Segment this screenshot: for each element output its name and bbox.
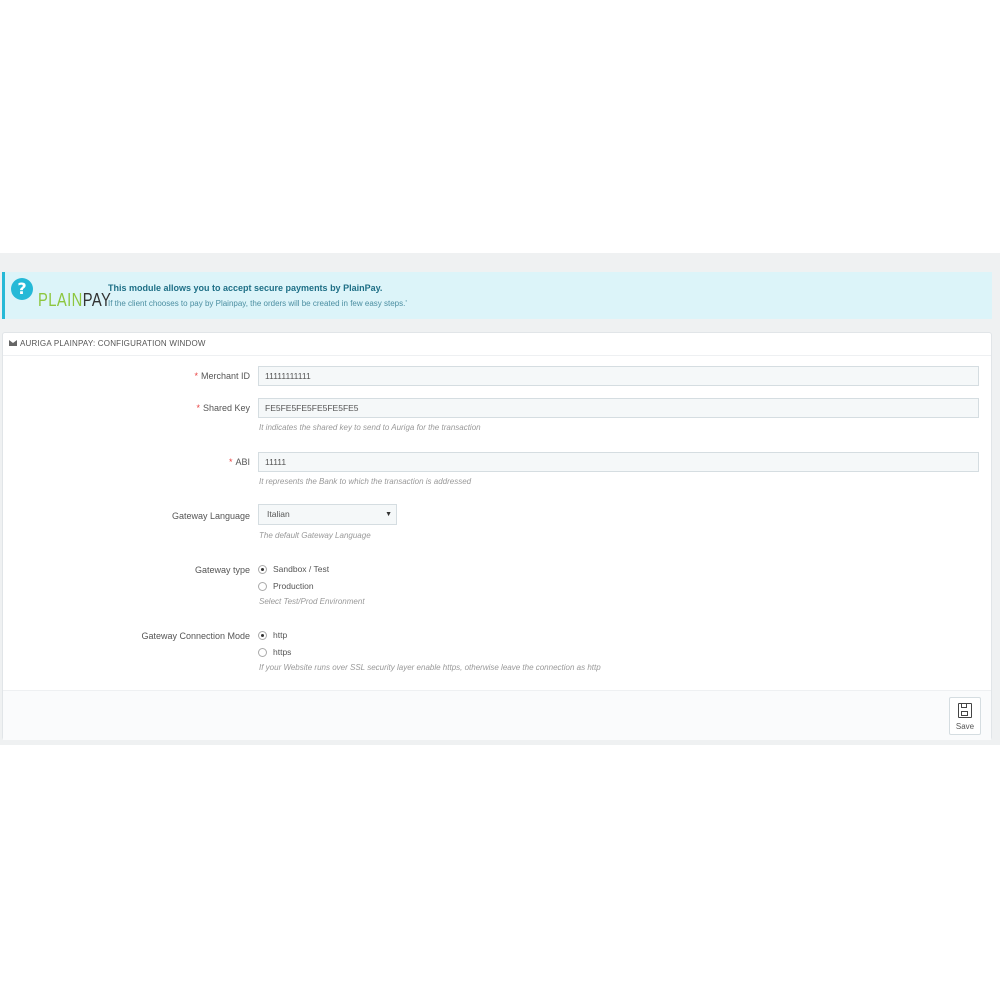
panel-footer xyxy=(3,690,991,740)
plainpay-logo: PLAINPAY xyxy=(38,290,112,310)
gateway-language-label: Gateway Language xyxy=(171,511,250,521)
radio-unselected-icon[interactable] xyxy=(258,582,267,592)
shared-key-help: It indicates the shared key to send to A… xyxy=(259,423,481,432)
panel-title: AURIGA PLAINPAY: CONFIGURATION WINDOW xyxy=(20,339,206,348)
question-icon: ? xyxy=(11,278,33,300)
gateway-type-help: Select Test/Prod Environment xyxy=(259,597,365,606)
shared-key-label: * Shared Key xyxy=(196,403,250,413)
connection-mode-http-option[interactable]: http xyxy=(258,630,287,641)
gateway-type-production-option[interactable]: Production xyxy=(258,581,314,592)
connection-mode-label: Gateway Connection Mode xyxy=(141,631,250,641)
connection-mode-https-option[interactable]: https xyxy=(258,647,291,658)
save-button[interactable]: Save xyxy=(949,697,981,735)
panel-heading: AURIGA PLAINPAY: CONFIGURATION WINDOW xyxy=(3,333,991,356)
configuration-panel: AURIGA PLAINPAY: CONFIGURATION WINDOW * M… xyxy=(2,332,992,740)
save-label: Save xyxy=(955,722,975,731)
abi-label: * ABI xyxy=(228,457,250,467)
abi-input[interactable]: 11111 xyxy=(258,452,979,472)
connection-mode-help: If your Website runs over SSL security l… xyxy=(259,663,601,672)
info-banner: ? PLAINPAY This module allows you to acc… xyxy=(2,272,992,319)
envelope-icon xyxy=(9,340,17,346)
gateway-type-label: Gateway type xyxy=(194,565,250,575)
banner-subtitle: If the client chooses to pay by Plainpay… xyxy=(108,299,407,308)
radio-selected-icon[interactable] xyxy=(258,631,267,641)
merchant-id-label: * Merchant ID xyxy=(194,371,250,381)
gateway-type-sandbox-option[interactable]: Sandbox / Test xyxy=(258,564,329,575)
caret-down-icon: ▼ xyxy=(385,511,392,518)
radio-unselected-icon[interactable] xyxy=(258,648,267,658)
floppy-disk-icon xyxy=(958,703,972,718)
gateway-language-select[interactable]: Italian ▼ xyxy=(258,504,397,525)
abi-help: It represents the Bank to which the tran… xyxy=(259,477,472,486)
merchant-id-input[interactable]: 11111111111 xyxy=(258,366,979,386)
radio-selected-icon[interactable] xyxy=(258,565,267,575)
banner-title: This module allows you to accept secure … xyxy=(108,283,383,293)
shared-key-input[interactable]: FE5FE5FE5FE5FE5FE5 xyxy=(258,398,979,418)
gateway-language-help: The default Gateway Language xyxy=(259,531,371,540)
